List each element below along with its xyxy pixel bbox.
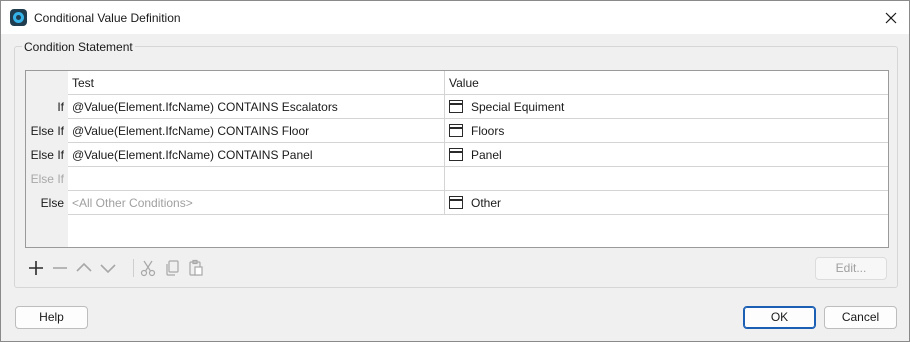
cut-button[interactable] (137, 257, 159, 279)
add-button[interactable] (25, 257, 47, 279)
value-text: Panel (471, 148, 502, 162)
dialog-window: Conditional Value Definition Condition S… (0, 0, 910, 342)
value-text: Other (471, 196, 502, 210)
table-row[interactable]: If @Value(Element.IfcName) CONTAINS Escal… (26, 95, 888, 119)
window-title: Conditional Value Definition (34, 11, 181, 25)
toolbar-separator (133, 259, 134, 277)
table-row[interactable]: Else If @Value(Element.IfcName) CONTAINS … (26, 143, 888, 167)
test-cell[interactable] (68, 167, 445, 191)
paste-button[interactable] (185, 257, 207, 279)
move-up-icon (76, 262, 92, 272)
value-type-icon (449, 196, 463, 209)
value-type-icon (449, 100, 463, 113)
move-down-button[interactable] (97, 257, 119, 279)
test-cell[interactable]: @Value(Element.IfcName) CONTAINS Floor (68, 119, 445, 143)
app-icon (10, 9, 27, 26)
close-icon (885, 12, 897, 23)
close-button[interactable] (873, 1, 909, 34)
value-text: Floors (471, 124, 505, 138)
table-row[interactable]: Else <All Other Conditions> Other (26, 191, 888, 215)
group-label: Condition Statement (22, 40, 135, 54)
condition-statement-group: Condition Statement Test Value If @Value(… (14, 41, 898, 288)
value-cell[interactable]: Other (445, 191, 888, 215)
value-type-icon (449, 148, 463, 161)
value-cell[interactable] (445, 167, 888, 191)
add-icon (29, 261, 43, 275)
value-type-icon (449, 124, 463, 137)
remove-icon (53, 267, 67, 269)
test-cell[interactable]: @Value(Element.IfcName) CONTAINS Escalat… (68, 95, 445, 119)
column-header-value[interactable]: Value (445, 71, 888, 95)
test-cell[interactable]: <All Other Conditions> (68, 191, 445, 215)
remove-button[interactable] (49, 257, 71, 279)
ok-button[interactable]: OK (743, 306, 816, 329)
move-up-button[interactable] (73, 257, 95, 279)
row-label: Else (40, 196, 64, 210)
row-label: Else If (30, 124, 64, 138)
copy-icon (166, 260, 179, 276)
value-cell[interactable]: Floors (445, 119, 888, 143)
row-label: If (57, 100, 64, 114)
title-bar: Conditional Value Definition (1, 1, 909, 34)
cancel-button[interactable]: Cancel (824, 306, 897, 329)
value-cell[interactable]: Panel (445, 143, 888, 167)
paste-icon (189, 259, 203, 276)
copy-button[interactable] (161, 257, 183, 279)
move-down-icon (100, 264, 116, 274)
table-row[interactable]: Else If @Value(Element.IfcName) CONTAINS … (26, 119, 888, 143)
value-text: Special Equiment (471, 100, 565, 114)
help-button[interactable]: Help (15, 306, 88, 329)
condition-grid: Test Value If @Value(Element.IfcName) CON… (25, 70, 889, 248)
row-label: Else If (30, 148, 64, 162)
table-row[interactable]: Else If (26, 167, 888, 191)
row-label: Else If (30, 172, 64, 186)
edit-button[interactable]: Edit... (815, 257, 887, 280)
column-header-test[interactable]: Test (68, 71, 445, 95)
value-cell[interactable]: Special Equiment (445, 95, 888, 119)
test-cell[interactable]: @Value(Element.IfcName) CONTAINS Panel (68, 143, 445, 167)
grid-header: Test Value (68, 71, 888, 95)
cut-icon (140, 260, 156, 277)
